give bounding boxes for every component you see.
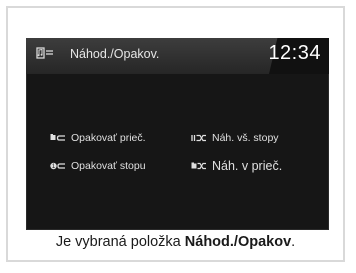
shuffle-all-icon xyxy=(191,133,207,143)
shuffle-folder-label: Náh. v prieč. xyxy=(212,159,283,173)
shuffle-folder-option[interactable]: Náh. v prieč. xyxy=(191,155,282,177)
repeat-folder-icon xyxy=(50,133,66,143)
caption-suffix: . xyxy=(291,234,296,250)
title-bar: Náhod./Opakov. 12:34 xyxy=(26,38,329,74)
music-list-icon xyxy=(36,47,53,59)
screen-title: Náhod./Opakov. xyxy=(70,47,160,61)
caption-prefix: Je vybraná položka xyxy=(55,234,185,250)
caption-highlight: Náhod./Opakov xyxy=(184,234,292,250)
repeat-track-label: Opakovať stopu xyxy=(71,160,146,172)
shuffle-folder-icon xyxy=(191,161,207,171)
clock: 12:34 xyxy=(268,42,321,64)
repeat-folder-label: Opakovať prieč. xyxy=(71,132,146,144)
repeat-track-icon: 1 xyxy=(50,161,66,171)
audio-display-screen: Náhod./Opakov. 12:34 Opakovať prieč. 1 O… xyxy=(26,38,329,230)
repeat-folder-option[interactable]: Opakovať prieč. xyxy=(50,127,146,149)
repeat-track-option[interactable]: 1 Opakovať stopu xyxy=(50,155,146,177)
figure-caption: Je vybraná položka Náhod./Opakov. xyxy=(6,234,345,250)
shuffle-all-option[interactable]: Náh. vš. stopy xyxy=(191,127,279,149)
shuffle-all-label: Náh. vš. stopy xyxy=(212,132,279,144)
